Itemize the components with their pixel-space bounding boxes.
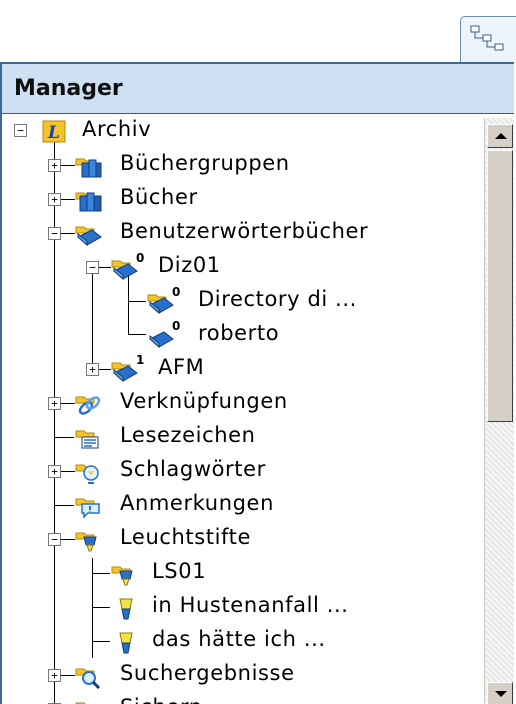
panel-header: Manager (2, 64, 514, 114)
tree-item-archiv[interactable]: − L Archiv (2, 114, 482, 148)
svg-text:L: L (47, 123, 60, 143)
tree-item-buecher[interactable]: + Bücher (2, 182, 482, 216)
tree-item-label: Schlagwörter (120, 457, 266, 481)
top-bar (0, 0, 516, 63)
tree-item-benutzerwoerterbuecher[interactable]: − Benutzerwörterbücher (2, 216, 482, 250)
tree-item-roberto[interactable]: 0 roberto (2, 318, 482, 352)
tree-line (92, 607, 110, 608)
tree-line (54, 505, 74, 506)
dictionary-book-icon (149, 331, 174, 349)
arrow-down-icon (495, 691, 507, 697)
scroll-up-button[interactable] (487, 124, 513, 148)
expand-toggle[interactable]: + (48, 159, 61, 172)
tree-line (128, 334, 146, 335)
tree-item-label: Suchergebnisse (120, 661, 295, 685)
item-count-badge: 1 (136, 353, 145, 367)
tab-tree-view[interactable] (460, 16, 516, 63)
tree-item-label: Büchergruppen (120, 151, 290, 175)
tree-line (128, 301, 146, 302)
annotations-icon (75, 498, 100, 519)
bookmarks-icon (75, 430, 99, 449)
tree-line (61, 675, 75, 676)
scroll-down-button[interactable] (487, 682, 513, 704)
highlighter-icon (119, 632, 133, 654)
archive-icon: L (42, 120, 66, 143)
tree-item-label: Sichern (120, 695, 203, 704)
tree-item-das-haette-ich[interactable]: das hätte ich ... (2, 624, 482, 658)
highlighter-icon (119, 598, 133, 620)
tree-item-anmerkungen[interactable]: Anmerkungen (2, 488, 482, 522)
highlighter-icon (111, 566, 133, 586)
tree-line (61, 403, 75, 404)
tree-item-leuchtstifte[interactable]: − Leuchtstifte (2, 522, 482, 556)
tree-item-label: Directory di ... (198, 287, 357, 311)
tree-item-label: das hätte ich ... (152, 627, 326, 651)
save-folder-icon (75, 702, 86, 704)
tree-item-label: Lesezeichen (120, 423, 256, 447)
tree-item-label: AFM (158, 355, 205, 379)
tree-line (61, 233, 75, 234)
tree-line (61, 199, 75, 200)
tree-item-schlagwoerter[interactable]: + Schlagwörter (2, 454, 482, 488)
tree-item-label: Diz01 (158, 253, 221, 277)
tree-line (61, 539, 75, 540)
tree-line (92, 573, 110, 574)
item-count-badge: 0 (172, 319, 181, 333)
item-count-badge: 0 (172, 285, 181, 299)
tree-view: − L Archiv + Büchergruppen + Bücher − Be… (2, 114, 484, 704)
tree-line (54, 437, 74, 438)
arrow-up-icon (495, 133, 507, 139)
collapse-toggle[interactable]: − (86, 261, 99, 274)
dictionary-icon (111, 362, 138, 383)
tree-line (92, 641, 110, 642)
tree-item-label: Verknüpfungen (120, 389, 288, 413)
collapse-toggle[interactable]: − (48, 227, 61, 240)
dictionary-icon (111, 260, 138, 281)
links-icon (75, 396, 101, 415)
tree-item-lesezeichen[interactable]: Lesezeichen (2, 420, 482, 454)
tree-item-label: LS01 (152, 559, 207, 583)
tree-line (61, 471, 75, 472)
tree-item-label: Leuchtstifte (120, 525, 252, 549)
tree-line (61, 165, 75, 166)
keywords-icon (75, 464, 99, 484)
tree-item-ls01[interactable]: LS01 (2, 556, 482, 590)
collapse-toggle[interactable]: − (48, 533, 61, 546)
search-results-icon (75, 668, 101, 689)
book-groups-icon (75, 158, 102, 178)
user-dictionaries-icon (75, 226, 102, 247)
panel-title: Manager (14, 76, 123, 101)
vertical-scrollbar[interactable] (484, 118, 514, 704)
expand-toggle[interactable]: + (48, 669, 61, 682)
tree-item-label: Bücher (120, 185, 198, 209)
tree-item-verknuepfungen[interactable]: + Verknüpfungen (2, 386, 482, 420)
tree-item-label: Archiv (82, 117, 152, 141)
expand-toggle[interactable]: + (48, 397, 61, 410)
highlighters-icon (75, 532, 97, 552)
scrollbar-thumb[interactable] (487, 150, 513, 422)
expand-toggle[interactable]: + (48, 465, 61, 478)
tree-item-buechergruppen[interactable]: + Büchergruppen (2, 148, 482, 182)
tree-item-label: roberto (198, 321, 280, 345)
manager-panel: Manager − L Archiv + Büchergruppen + Büc… (0, 62, 514, 704)
books-icon (75, 192, 102, 212)
tree-item-sichern[interactable]: + Sichern (2, 692, 482, 704)
tree-item-in-hustenanfall[interactable]: in Hustenanfall ... (2, 590, 482, 624)
expand-toggle[interactable]: + (48, 193, 61, 206)
tree-item-directory-di[interactable]: 0 Directory di ... (2, 284, 482, 318)
tree-item-label: Anmerkungen (120, 491, 274, 515)
tree-item-label: in Hustenanfall ... (152, 593, 349, 617)
tree-item-label: Benutzerwörterbücher (120, 219, 369, 243)
tree-item-diz01[interactable]: − 0 Diz01 (2, 250, 482, 284)
tree-view-icon (470, 25, 504, 51)
expand-toggle[interactable]: + (86, 363, 99, 376)
tree-item-suchergebnisse[interactable]: + Suchergebnisse (2, 658, 482, 692)
tree-item-afm[interactable]: + 1 AFM (2, 352, 482, 386)
item-count-badge: 0 (136, 251, 145, 265)
collapse-toggle[interactable]: − (14, 124, 27, 137)
dictionary-icon (147, 294, 174, 315)
